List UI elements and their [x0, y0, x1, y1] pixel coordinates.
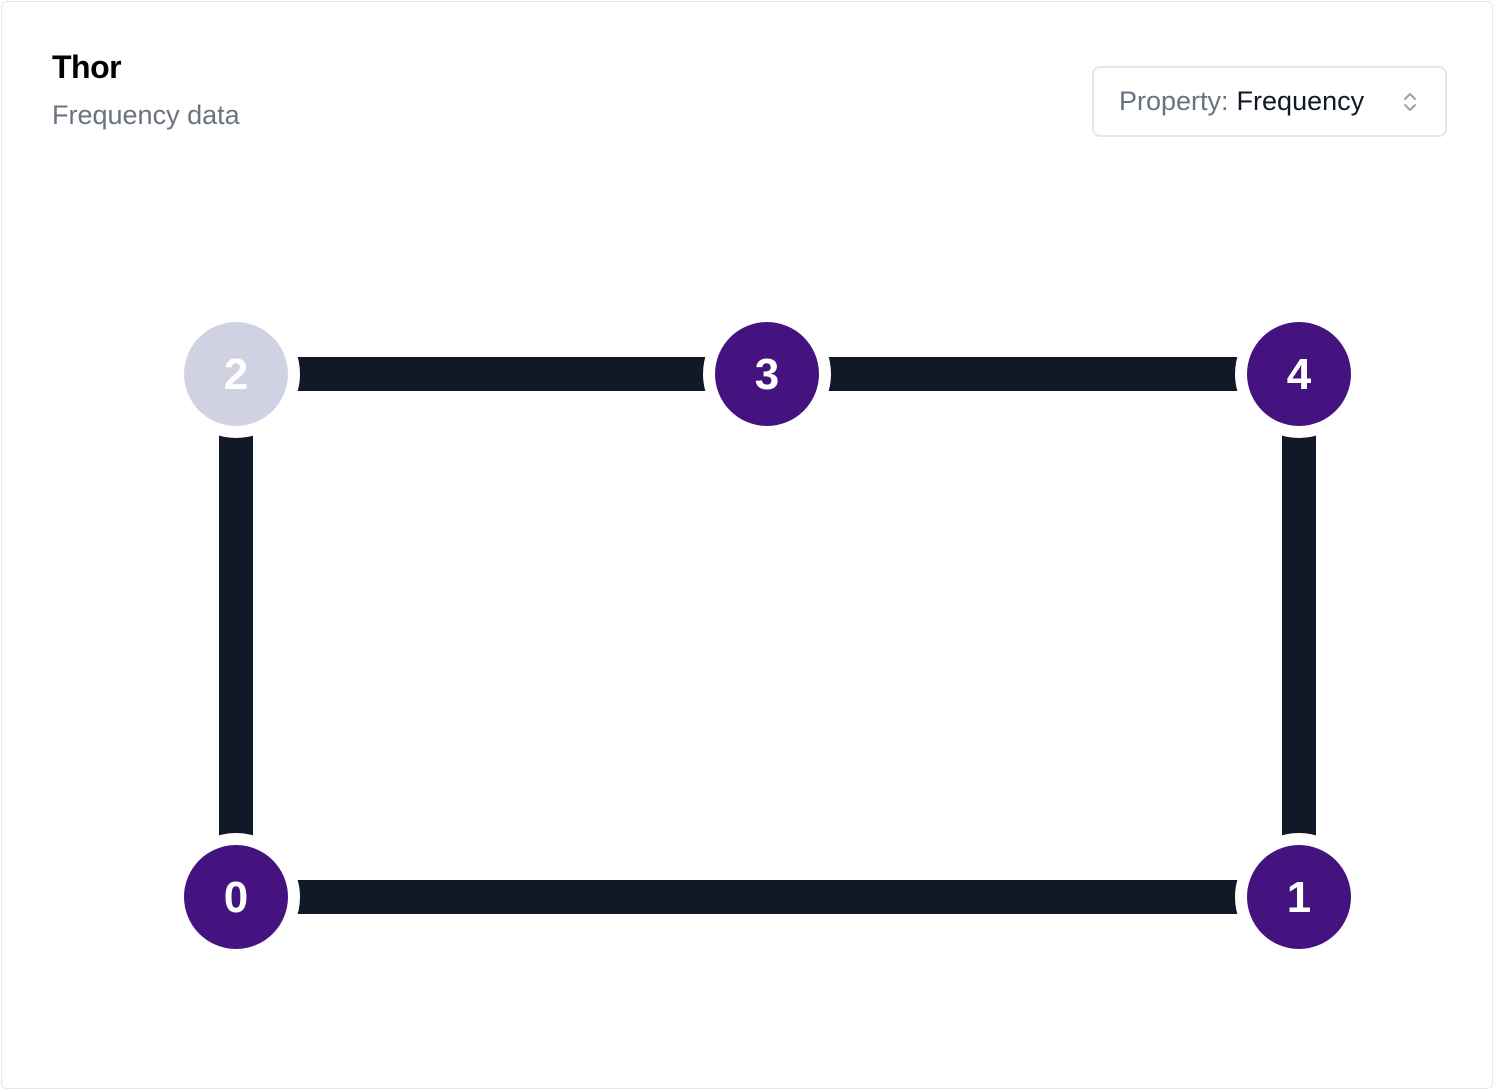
node-label: 1	[1287, 873, 1311, 922]
node-4[interactable]: 4	[1235, 310, 1363, 438]
node-1[interactable]: 1	[1235, 833, 1363, 961]
node-label: 4	[1287, 350, 1312, 399]
node-2[interactable]: 2	[172, 310, 300, 438]
graph-diagram: 0 1 2 3 4	[172, 310, 1363, 961]
node-3[interactable]: 3	[703, 310, 831, 438]
node-0[interactable]: 0	[172, 833, 300, 961]
node-label: 0	[224, 873, 248, 922]
node-label: 2	[224, 350, 248, 399]
nodes-layer: 0 1 2 3 4	[172, 310, 1363, 961]
edges-layer	[219, 357, 1316, 914]
node-label: 3	[755, 350, 779, 399]
